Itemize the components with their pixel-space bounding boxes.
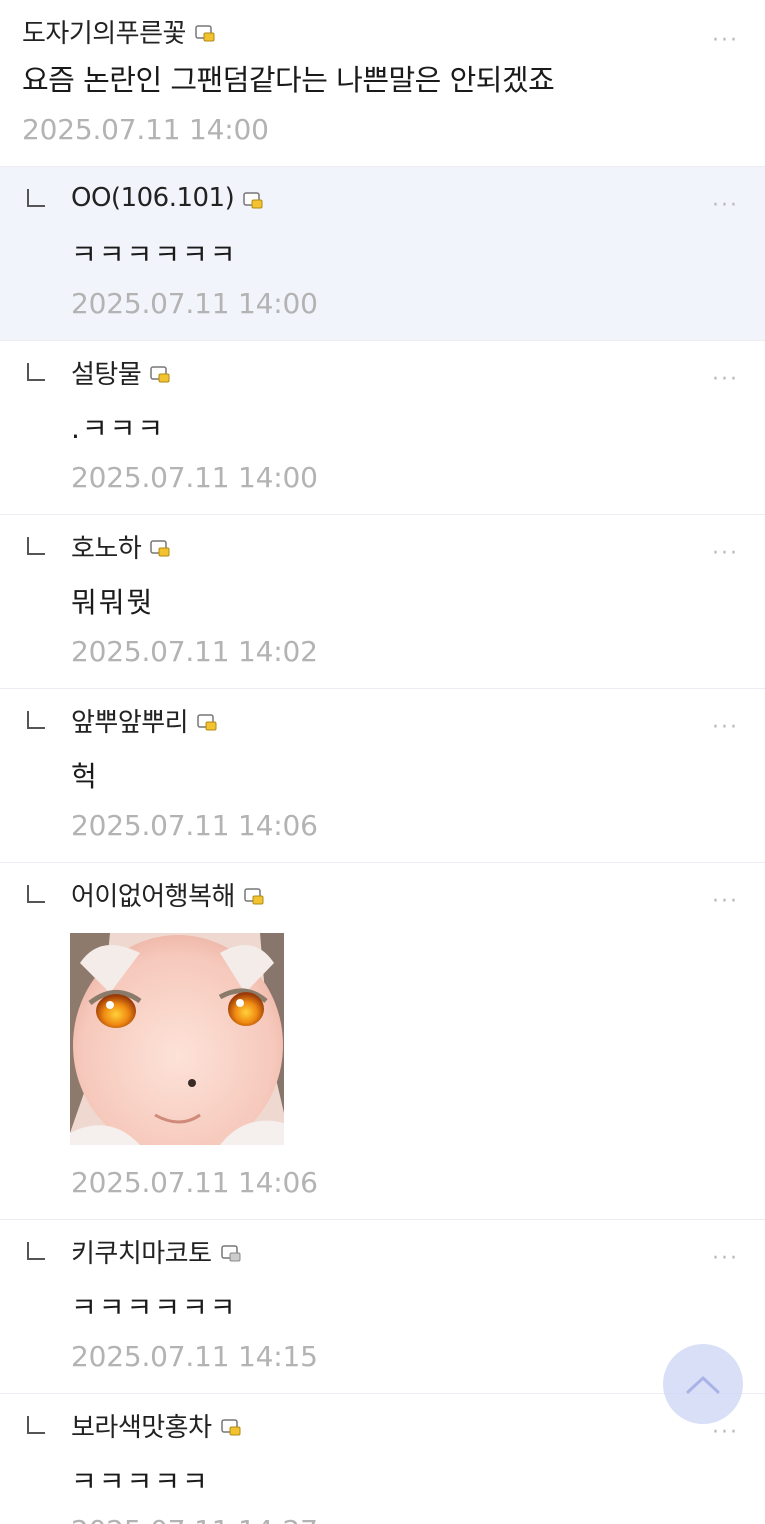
more-options-icon[interactable]: ··· (712, 717, 739, 739)
reply-item: 앞뿌앞뿌리 ··· 헉 2025.07.11 14:06 (0, 688, 765, 862)
reply-text: 헉 (71, 760, 99, 793)
reply-header: 호노하 (71, 528, 170, 565)
more-options-icon[interactable]: ··· (712, 891, 739, 913)
reply-header: 키쿠치마코토 (71, 1233, 241, 1270)
nickname[interactable]: OO(106.101) (71, 183, 235, 213)
reply-item: 어이없어행복해 ··· 2025.07.11 14:06 (0, 862, 765, 1219)
reply-arrow-icon (27, 1242, 45, 1260)
reply-text: 뭐뭐뭣 (71, 586, 155, 619)
reply-arrow-icon (27, 885, 45, 903)
reply-date: 2025.07.11 14:06 (71, 1166, 318, 1199)
more-options-icon[interactable]: ··· (712, 1248, 739, 1270)
reply-header: 어이없어행복해 (71, 876, 264, 913)
reply-date: 2025.07.11 14:27 (71, 1511, 318, 1524)
member-grade-icon (150, 365, 170, 382)
member-grade-icon (243, 191, 263, 208)
reply-arrow-icon (27, 189, 45, 207)
reply-header: OO(106.101) (71, 181, 263, 215)
reply-item: OO(106.101) ··· ㅋㅋㅋㅋㅋㅋ 2025.07.11 14:00 (0, 166, 765, 340)
more-options-icon[interactable]: ··· (712, 543, 739, 565)
reply-header: 앞뿌앞뿌리 (71, 702, 217, 739)
reply-header: 보라색맛홍차 (71, 1407, 241, 1444)
member-grade-icon (197, 713, 217, 730)
reply-date: 2025.07.11 14:02 (71, 635, 318, 668)
comment-text: 요즘 논란인 그팬덤같다는 나쁜말은 안되겠죠 (22, 63, 555, 97)
more-options-icon[interactable]: ··· (712, 30, 739, 52)
reply-arrow-icon (27, 537, 45, 555)
more-options-icon[interactable]: ··· (712, 369, 739, 391)
reply-item: 설탕물 ··· .ㅋㅋㅋ 2025.07.11 14:00 (0, 340, 765, 514)
more-options-icon[interactable]: ··· (712, 1422, 739, 1444)
reply-arrow-icon (27, 711, 45, 729)
reply-text: ㅋㅋㅋㅋㅋ (71, 1465, 210, 1498)
nickname[interactable]: 호노하 (71, 528, 142, 565)
reply-header: 설탕물 (71, 354, 170, 391)
reply-item: 키쿠치마코토 ··· ㅋㅋㅋㅋㅋㅋ 2025.07.11 14:15 (0, 1219, 765, 1393)
reply-date: 2025.07.11 14:06 (71, 809, 318, 842)
member-grade-icon (220, 1244, 241, 1261)
reply-date: 2025.07.11 14:00 (71, 461, 318, 494)
reply-date: 2025.07.11 14:15 (71, 1340, 318, 1373)
reply-date: 2025.07.11 14:00 (71, 287, 318, 320)
reply-arrow-icon (27, 1416, 45, 1434)
nickname[interactable]: 도자기의푸른꽃 (22, 13, 186, 50)
anime-girl-sticker[interactable] (70, 933, 284, 1145)
member-grade-icon (220, 1418, 241, 1435)
member-grade-icon (195, 24, 215, 41)
reply-text: ㅋㅋㅋㅋㅋㅋ (71, 1291, 238, 1324)
chevron-up-icon (686, 1376, 720, 1394)
nickname[interactable]: 설탕물 (71, 354, 142, 391)
reply-item: 호노하 ··· 뭐뭐뭣 2025.07.11 14:02 (0, 514, 765, 688)
scroll-to-top-button[interactable] (663, 1344, 743, 1424)
comment-date: 2025.07.11 14:00 (22, 113, 269, 146)
reply-arrow-icon (27, 363, 45, 381)
nickname[interactable]: 키쿠치마코토 (71, 1233, 212, 1270)
member-grade-icon (244, 887, 264, 904)
reply-text: ㅋㅋㅋㅋㅋㅋ (71, 238, 238, 271)
member-grade-icon (150, 539, 170, 556)
comment-header: 도자기의푸른꽃 (22, 13, 743, 50)
reply-item: 보라색맛홍차 ··· ㅋㅋㅋㅋㅋ 2025.07.11 14:27 (0, 1393, 765, 1524)
main-comment: 도자기의푸른꽃 ··· 요즘 논란인 그팬덤같다는 나쁜말은 안되겠죠 2025… (0, 0, 765, 166)
nickname[interactable]: 어이없어행복해 (71, 876, 235, 913)
nickname[interactable]: 앞뿌앞뿌리 (71, 702, 189, 739)
reply-text: .ㅋㅋㅋ (71, 412, 166, 445)
nickname[interactable]: 보라색맛홍차 (71, 1407, 212, 1444)
more-options-icon[interactable]: ··· (712, 195, 739, 217)
